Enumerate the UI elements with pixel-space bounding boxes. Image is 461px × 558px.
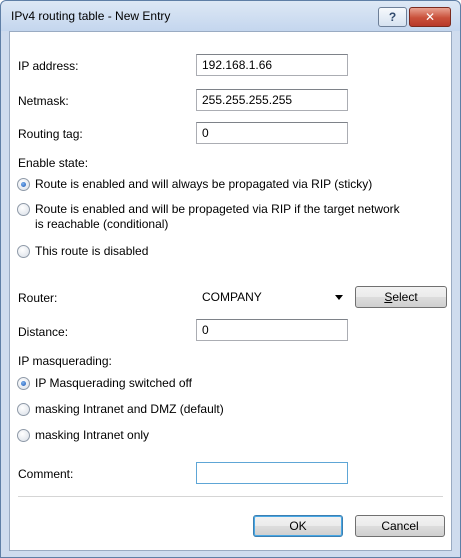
netmask-label: Netmask: xyxy=(18,94,69,108)
select-mnemonic: S xyxy=(384,290,393,304)
distance-label: Distance: xyxy=(18,325,69,339)
radio-label: masking Intranet only xyxy=(35,428,150,442)
close-button[interactable]: ✕ xyxy=(409,7,451,27)
router-value: COMPANY xyxy=(202,290,262,304)
radio-masq-intranet-only[interactable]: masking Intranet only xyxy=(17,428,437,443)
radio-label: IP Masquerading switched off xyxy=(35,376,192,390)
select-button[interactable]: Select xyxy=(355,286,447,308)
radio-enabled-sticky[interactable]: Route is enabled and will always be prop… xyxy=(17,177,447,192)
dialog-body: IP address: 192.168.1.66 Netmask: 255.25… xyxy=(9,31,452,551)
comment-label: Comment: xyxy=(18,467,74,481)
radio-label: This route is disabled xyxy=(35,244,149,258)
radio-button[interactable] xyxy=(17,203,30,216)
radio-label: masking Intranet and DMZ (default) xyxy=(35,402,224,416)
window-title: IPv4 routing table - New Entry xyxy=(11,9,171,23)
radio-button[interactable] xyxy=(17,377,30,390)
radio-enabled-conditional[interactable]: Route is enabled and will be propageted … xyxy=(17,202,407,232)
radio-button[interactable] xyxy=(17,429,30,442)
dialog-window: IPv4 routing table - New Entry ? ✕ IP ad… xyxy=(0,0,461,558)
separator xyxy=(18,496,443,497)
ip-masquerading-label: IP masquerading: xyxy=(18,354,112,368)
ok-button[interactable]: OK xyxy=(253,515,343,537)
radio-button[interactable] xyxy=(17,178,30,191)
cancel-label: Cancel xyxy=(381,519,419,533)
help-icon: ? xyxy=(388,10,397,24)
routing-tag-label: Routing tag: xyxy=(18,127,83,141)
radio-label: Route is enabled and will always be prop… xyxy=(35,177,373,191)
cancel-button[interactable]: Cancel xyxy=(355,515,445,537)
title-bar[interactable]: IPv4 routing table - New Entry ? ✕ xyxy=(1,1,460,31)
ip-address-input[interactable]: 192.168.1.66 xyxy=(196,54,348,76)
select-label: elect xyxy=(392,290,418,304)
ip-address-label: IP address: xyxy=(18,59,79,73)
router-label: Router: xyxy=(18,291,58,305)
netmask-input[interactable]: 255.255.255.255 xyxy=(196,89,348,111)
close-icon: ✕ xyxy=(424,10,436,24)
router-dropdown[interactable]: COMPANY xyxy=(196,286,348,308)
radio-button[interactable] xyxy=(17,245,30,258)
enable-state-label: Enable state: xyxy=(18,156,89,170)
routing-tag-input[interactable]: 0 xyxy=(196,122,348,144)
chevron-down-icon[interactable] xyxy=(335,295,343,300)
radio-label: Route is enabled and will be propageted … xyxy=(35,202,400,231)
radio-route-disabled[interactable]: This route is disabled xyxy=(17,244,407,259)
help-button[interactable]: ? xyxy=(378,7,407,27)
radio-button[interactable] xyxy=(17,403,30,416)
distance-input[interactable]: 0 xyxy=(196,319,348,341)
comment-input[interactable] xyxy=(196,462,348,484)
radio-masq-off[interactable]: IP Masquerading switched off xyxy=(17,376,437,391)
ok-label: OK xyxy=(289,519,307,533)
radio-masq-intranet-dmz[interactable]: masking Intranet and DMZ (default) xyxy=(17,402,437,417)
